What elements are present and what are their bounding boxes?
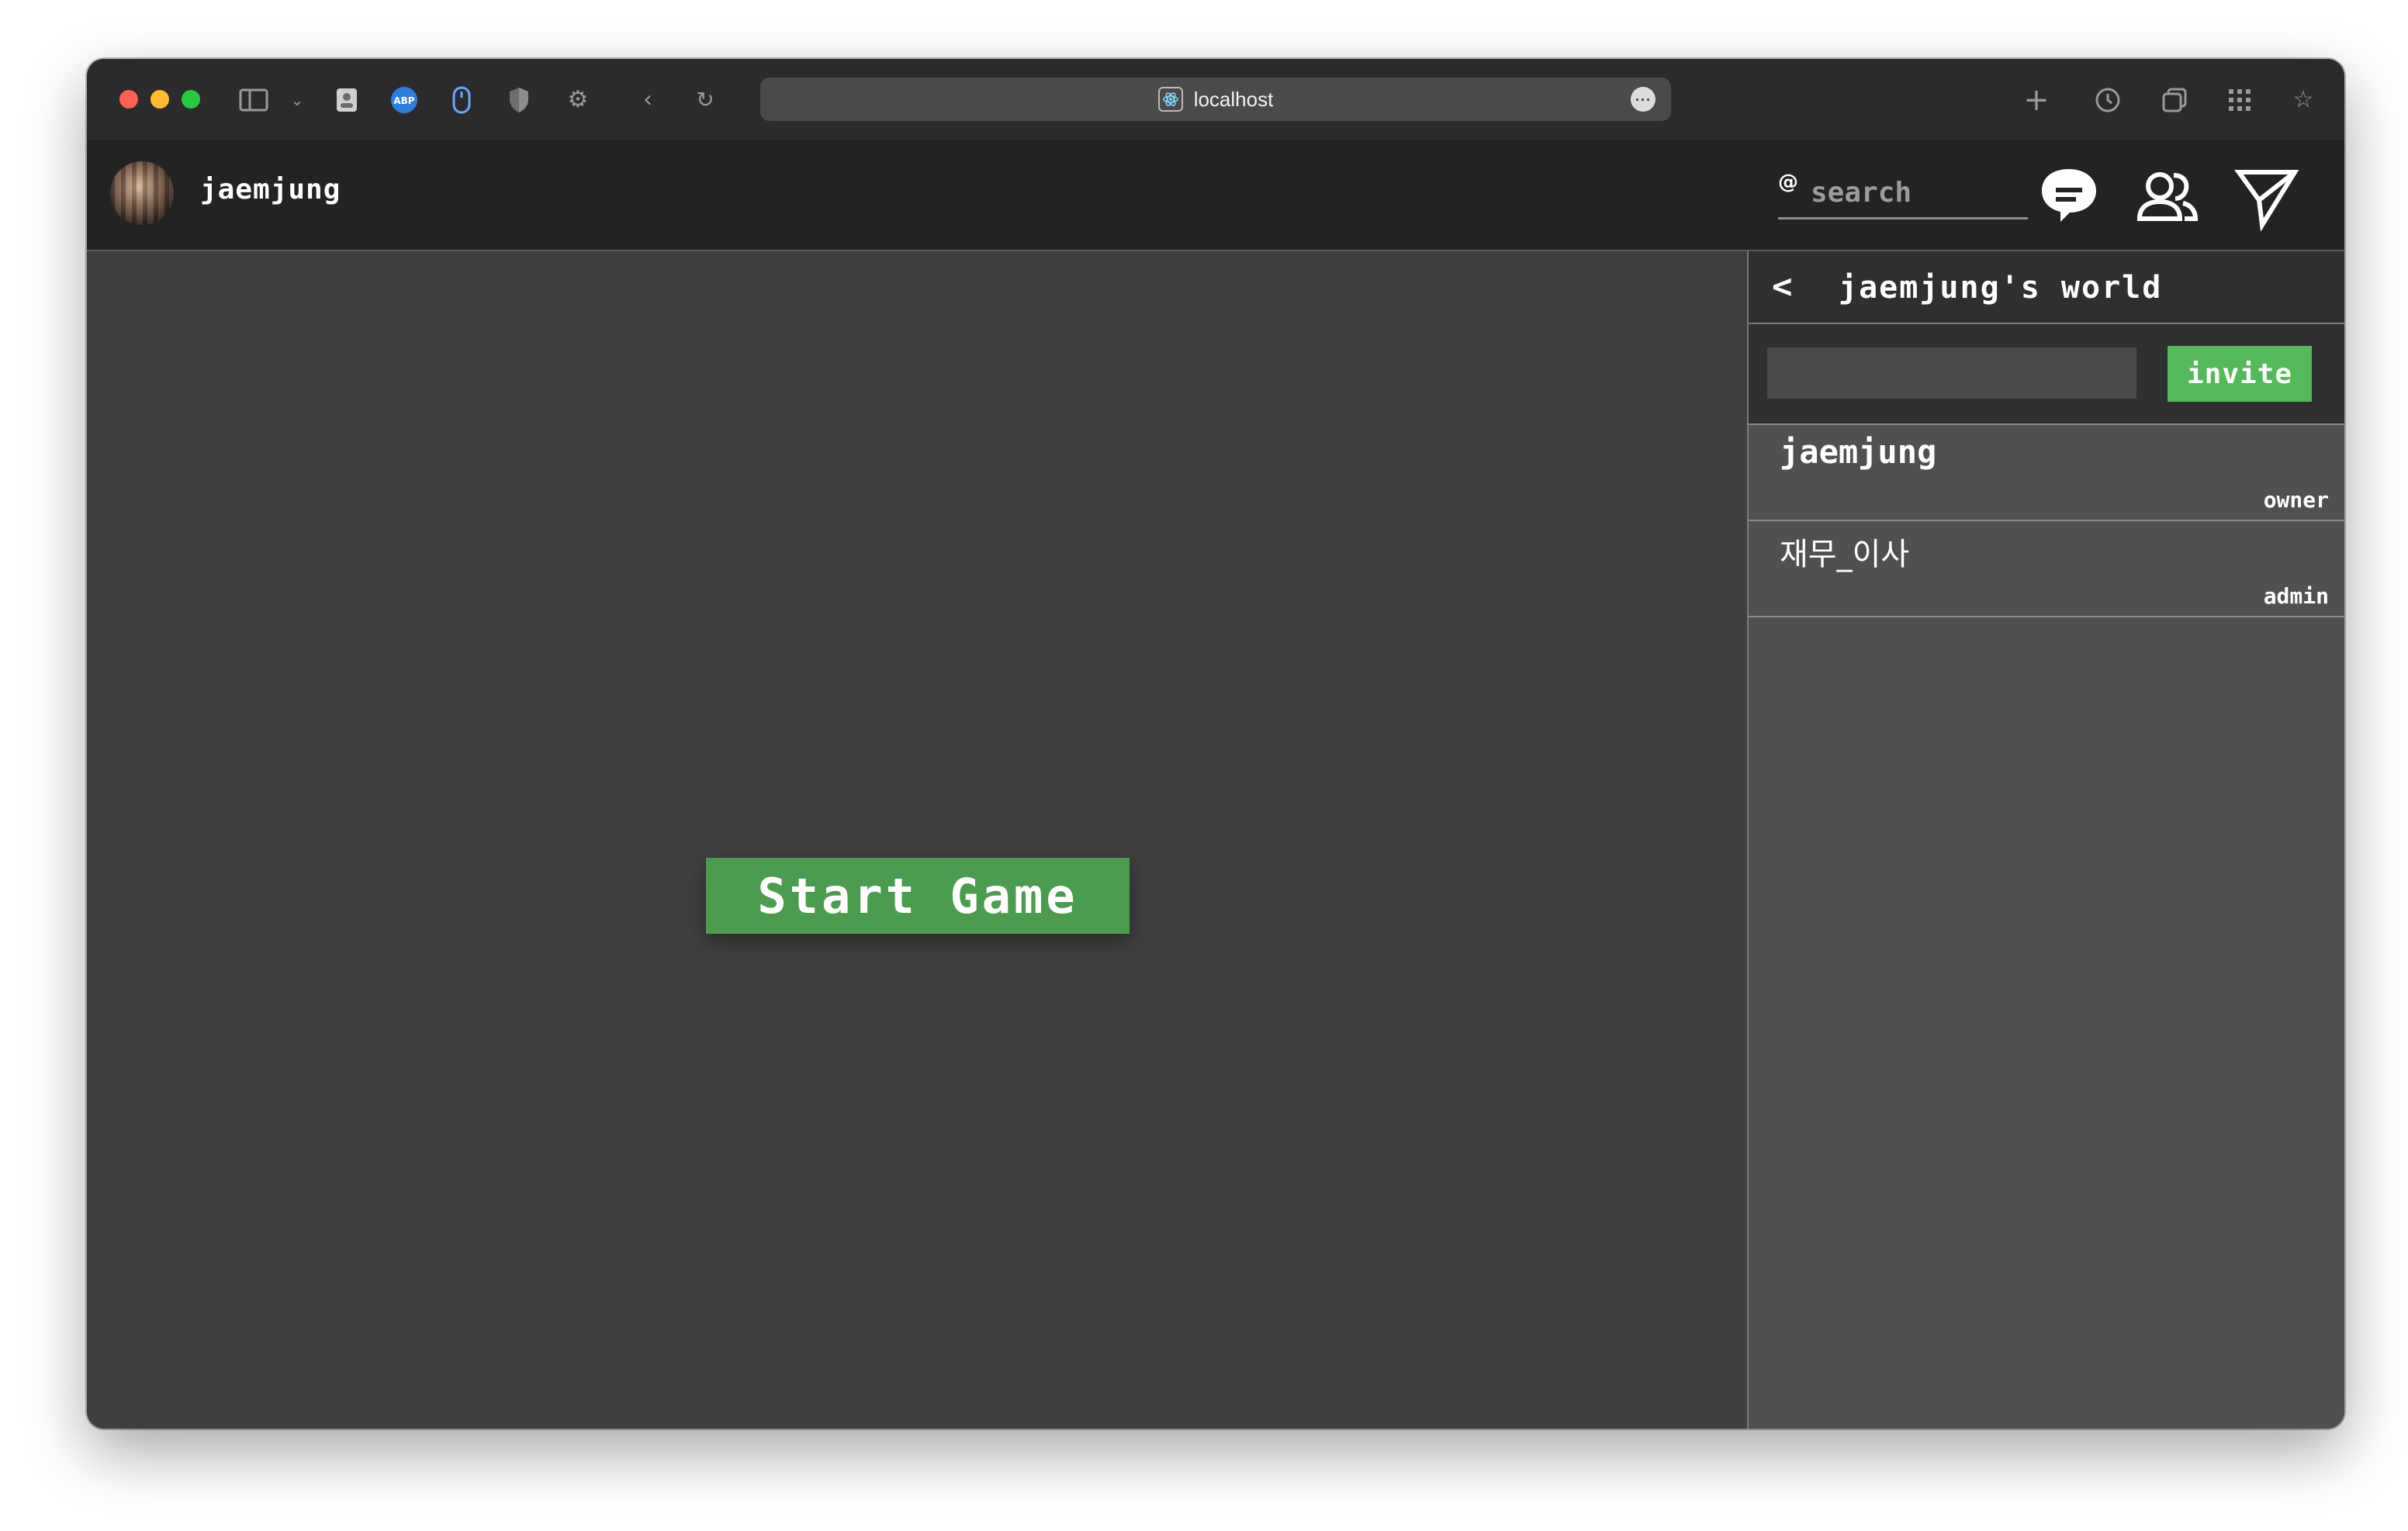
bookmark-star-icon[interactable]: ☆ bbox=[2289, 85, 2318, 115]
svg-text:ABP: ABP bbox=[393, 95, 414, 106]
site-favicon-icon bbox=[1157, 87, 1183, 112]
invite-row: invite bbox=[1749, 324, 2344, 425]
gear-icon[interactable]: ⚙ bbox=[563, 85, 593, 115]
adblock-icon[interactable]: ABP bbox=[389, 85, 419, 115]
shield-icon[interactable] bbox=[504, 85, 534, 115]
browser-window: ⌄ ABP ⚙ ‹ ↻ localhost ··· + ☆ jaemjung @… bbox=[87, 59, 2344, 1429]
at-icon: @ bbox=[1778, 171, 1798, 194]
invite-input[interactable] bbox=[1767, 347, 2136, 399]
panel-header: < jaemjung's world bbox=[1749, 251, 2344, 324]
sidebar-toggle-icon[interactable] bbox=[239, 85, 268, 115]
member-role: admin bbox=[2263, 583, 2329, 609]
search-input[interactable] bbox=[1809, 174, 2022, 211]
start-game-button[interactable]: Start Game bbox=[706, 858, 1130, 934]
contact-card-icon[interactable] bbox=[332, 85, 362, 115]
chevron-down-icon[interactable]: ⌄ bbox=[282, 85, 312, 115]
browser-toolbar: ⌄ ABP ⚙ ‹ ↻ localhost ··· + ☆ bbox=[87, 59, 2344, 140]
address-text: localhost bbox=[1193, 87, 1274, 111]
member-row[interactable]: jaemjung owner bbox=[1749, 425, 2344, 521]
address-bar[interactable]: localhost ··· bbox=[760, 78, 1671, 121]
page-options-icon[interactable]: ··· bbox=[1631, 87, 1656, 112]
chat-bubble-icon[interactable] bbox=[2034, 161, 2104, 231]
avatar[interactable] bbox=[110, 161, 174, 225]
friends-icon[interactable] bbox=[2132, 161, 2202, 231]
send-plane-icon[interactable] bbox=[2231, 161, 2301, 231]
header-username: jaemjung bbox=[200, 174, 341, 206]
world-panel: < jaemjung's world invite jaemjung owner… bbox=[1747, 251, 2344, 1429]
maximize-window-button[interactable] bbox=[182, 90, 200, 109]
back-arrow-icon[interactable]: ‹ bbox=[633, 85, 663, 115]
panel-title: jaemjung's world bbox=[1839, 270, 2163, 306]
member-row[interactable]: 재무_이사 admin bbox=[1749, 521, 2344, 617]
app-header: jaemjung @ bbox=[87, 140, 2344, 251]
invite-button[interactable]: invite bbox=[2168, 346, 2312, 402]
mouse-extension-icon[interactable] bbox=[447, 85, 476, 115]
grid-apps-icon[interactable] bbox=[2225, 85, 2254, 115]
history-icon[interactable] bbox=[2093, 85, 2123, 115]
new-tab-icon[interactable]: + bbox=[2022, 85, 2051, 116]
member-name: 재무_이사 bbox=[1780, 537, 1910, 572]
member-name: jaemjung bbox=[1780, 433, 1937, 471]
reload-icon[interactable]: ↻ bbox=[690, 85, 720, 115]
back-chevron-icon[interactable]: < bbox=[1772, 267, 1793, 306]
search-box: @ bbox=[1778, 163, 2028, 219]
member-role: owner bbox=[2263, 487, 2329, 513]
tab-overview-icon[interactable] bbox=[2160, 85, 2189, 115]
minimize-window-button[interactable] bbox=[150, 90, 169, 109]
game-area: Start Game bbox=[87, 251, 1747, 1429]
close-window-button[interactable] bbox=[119, 90, 138, 109]
